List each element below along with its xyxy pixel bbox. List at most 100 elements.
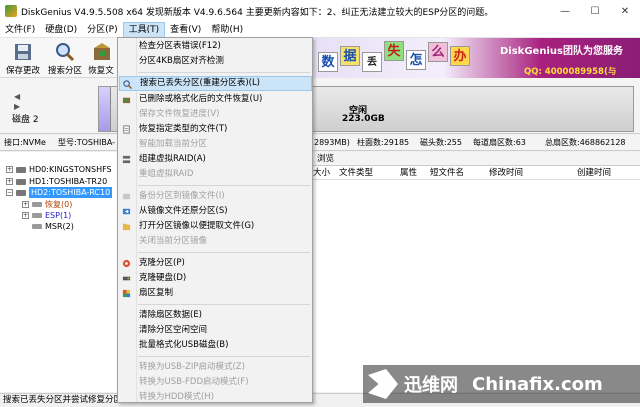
menu-item-label: 批量格式化USB磁盘(B) <box>139 340 229 350</box>
menu-item-close-partition-image[interactable]: 关闭当前分区镜像 <box>119 234 312 249</box>
menu-item-clone-disk[interactable]: 克隆硬盘(D) <box>119 271 312 286</box>
minimize-button[interactable]: — <box>550 0 580 22</box>
menu-separator <box>138 185 310 186</box>
menu-item-label: 已删除或格式化后的文件恢复(U) <box>139 94 263 104</box>
tree-item-recover-partition[interactable]: + 恢复(0) <box>22 199 72 210</box>
promo-banner[interactable]: 数 据 丢 失 怎 么 办 DiskGenius团队为您服务 QQ: 40000… <box>312 38 640 78</box>
menu-item-label: 清除分区空闲空间 <box>139 325 208 335</box>
menu-item-sector-copy[interactable]: 扇区复制 <box>119 286 312 301</box>
expand-icon[interactable]: + <box>6 178 13 185</box>
menu-item-label: 打开分区镜像以便提取文件(G) <box>139 221 255 231</box>
recover-files-button[interactable]: 恢复文 <box>84 40 118 76</box>
menu-item-label: 分区4KB扇区对齐检测 <box>139 56 224 66</box>
expand-icon[interactable]: + <box>6 166 13 173</box>
tree-item-hd0[interactable]: + HD0:KINGSTONSHFS <box>6 164 112 175</box>
menu-item-open-partition-image[interactable]: 打开分区镜像以便提取文件(G) <box>119 219 312 234</box>
tree-item-label: HD2:TOSHIBA-RC10 <box>29 187 113 198</box>
menu-item-convert-usb-zip[interactable]: 转换为USB-ZIP启动模式(Z) <box>119 360 312 375</box>
info-capacity: 2893MB) <box>314 138 350 147</box>
backup-image-icon <box>122 193 131 200</box>
column-attributes[interactable]: 属性 <box>400 166 417 180</box>
watermark-cn: 迅维网 <box>404 375 458 396</box>
menu-view[interactable]: 查看(V) <box>165 22 206 38</box>
menu-item-check-partition-table[interactable]: 检查分区表错误(F12) <box>119 39 312 54</box>
menu-item-erase-sector-data[interactable]: 清除扇区数据(E) <box>119 308 312 323</box>
banner-qq: QQ: 4000089958(与 <box>524 67 617 77</box>
menu-item-recover-file-types[interactable]: 恢复指定类型的文件(T) <box>119 122 312 137</box>
tree-item-hd2[interactable]: − HD2:TOSHIBA-RC10 <box>6 187 113 198</box>
menu-tools[interactable]: 工具(T) <box>122 21 166 38</box>
system-partition-segment[interactable] <box>99 87 111 131</box>
tree-item-label: HD0:KINGSTONSHFS <box>29 165 112 174</box>
menu-file[interactable]: 文件(F) <box>0 22 40 38</box>
tree-item-label: ESP(1) <box>45 211 72 220</box>
column-file-type[interactable]: 文件类型 <box>339 166 373 180</box>
tree-item-hd1[interactable]: + HD1:TOSHIBA-TR20 <box>6 176 107 187</box>
disk-label: 磁盘 2 <box>12 115 39 125</box>
hard-disk-icon <box>16 189 26 196</box>
app-logo-icon <box>5 5 17 17</box>
info-total-sectors: 总扇区数:468862128 <box>545 138 626 147</box>
expand-icon[interactable]: + <box>22 201 29 208</box>
file-type-icon <box>123 125 130 134</box>
menu-item-convert-usb-fdd[interactable]: 转换为USB-FDD启动模式(F) <box>119 375 312 390</box>
clone-partition-icon <box>122 259 131 268</box>
menu-item-rebuild-virtual-raid[interactable]: 重组虚拟RAID <box>119 167 312 182</box>
column-created-time[interactable]: 创建时间 <box>577 166 611 180</box>
expand-icon[interactable]: + <box>22 212 29 219</box>
disk-info-bar: 接口:NVMe 型号:TOSHIBA- 2893MB) 柱面数:29185 磁头… <box>0 135 640 151</box>
search-partition-button[interactable]: 搜索分区 <box>44 40 86 76</box>
tab-browse[interactable]: 浏览 <box>317 154 334 164</box>
free-space-size: 223.0GB <box>342 114 385 124</box>
column-short-name[interactable]: 短文件名 <box>430 166 464 180</box>
menu-item-erase-free-space[interactable]: 清除分区空闲空间 <box>119 323 312 338</box>
menu-item-save-recovery-progress[interactable]: 保存文件恢复进度(V) <box>119 107 312 122</box>
menu-item-label: 智能加载当前分区 <box>139 139 208 149</box>
menu-item-label: 克隆硬盘(D) <box>139 273 187 283</box>
menu-item-label: 克隆分区(P) <box>139 258 185 268</box>
menu-item-smart-load-partition[interactable]: 智能加载当前分区 <box>119 137 312 152</box>
menu-item-label: 扇区复制 <box>139 288 174 298</box>
tree-item-esp-partition[interactable]: + ESP(1) <box>22 210 71 221</box>
banner-tile-6: 么 <box>428 42 448 62</box>
disk-nav-arrows[interactable]: ◀ ▶ <box>14 92 20 112</box>
menu-item-4kb-alignment[interactable]: 分区4KB扇区对齐检测 <box>119 54 312 69</box>
menu-item-label: 搜索已丢失分区(重建分区表)(L) <box>140 78 261 88</box>
menu-item-label: 从镜像文件还原分区(S) <box>139 206 228 216</box>
menu-item-label: 清除扇区数据(E) <box>139 310 203 320</box>
save-changes-button[interactable]: 保存更改 <box>2 40 44 76</box>
disk-tree: + HD0:KINGSTONSHFS + HD1:TOSHIBA-TR20 − … <box>0 152 122 392</box>
banner-tile-4: 失 <box>384 41 404 61</box>
tree-item-msr-partition[interactable]: MSR(2) <box>32 221 74 232</box>
close-button[interactable]: ✕ <box>610 0 640 22</box>
menu-disk[interactable]: 硬盘(D) <box>40 22 82 38</box>
search-partition-label: 搜索分区 <box>47 66 82 76</box>
menu-item-label: 转换为USB-FDD启动模式(F) <box>139 377 249 387</box>
info-sectors-per-track: 每道扇区数:63 <box>473 138 526 147</box>
menu-partition[interactable]: 分区(P) <box>82 22 122 38</box>
recover-files-label: 恢复文 <box>88 66 114 76</box>
menu-item-search-lost-partitions[interactable]: 搜索已丢失分区(重建分区表)(L) <box>119 76 312 91</box>
menu-item-backup-partition-image[interactable]: 备份分区到镜像文件(I) <box>119 189 312 204</box>
menu-item-recover-deleted-files[interactable]: 已删除或格式化后的文件恢复(U) <box>119 92 312 107</box>
banner-tile-7: 办 <box>450 46 470 66</box>
info-model: 型号:TOSHIBA- <box>58 138 116 147</box>
menu-item-label: 保存文件恢复进度(V) <box>139 109 220 119</box>
menu-help[interactable]: 帮助(H) <box>206 22 248 38</box>
column-size[interactable]: 大小 <box>313 166 330 180</box>
raid-icon <box>122 155 131 164</box>
menu-item-batch-format-usb[interactable]: 批量格式化USB磁盘(B) <box>119 338 312 353</box>
collapse-icon[interactable]: − <box>6 189 13 196</box>
info-interface: 接口:NVMe <box>4 138 46 147</box>
menu-item-convert-hdd[interactable]: 转换为HDD模式(H) <box>119 390 312 402</box>
column-modified-time[interactable]: 修改时间 <box>489 166 523 180</box>
banner-tile-5: 怎 <box>406 50 426 70</box>
maximize-button[interactable]: ☐ <box>580 0 610 22</box>
sector-copy-icon <box>122 289 131 298</box>
menu-separator <box>138 304 310 305</box>
menu-item-clone-partition[interactable]: 克隆分区(P) <box>119 256 312 271</box>
menu-separator <box>138 356 310 357</box>
menu-item-build-virtual-raid[interactable]: 组建虚拟RAID(A) <box>119 152 312 167</box>
menu-item-restore-from-image[interactable]: 从镜像文件还原分区(S) <box>119 204 312 219</box>
info-cylinders: 柱面数:29185 <box>357 138 410 147</box>
